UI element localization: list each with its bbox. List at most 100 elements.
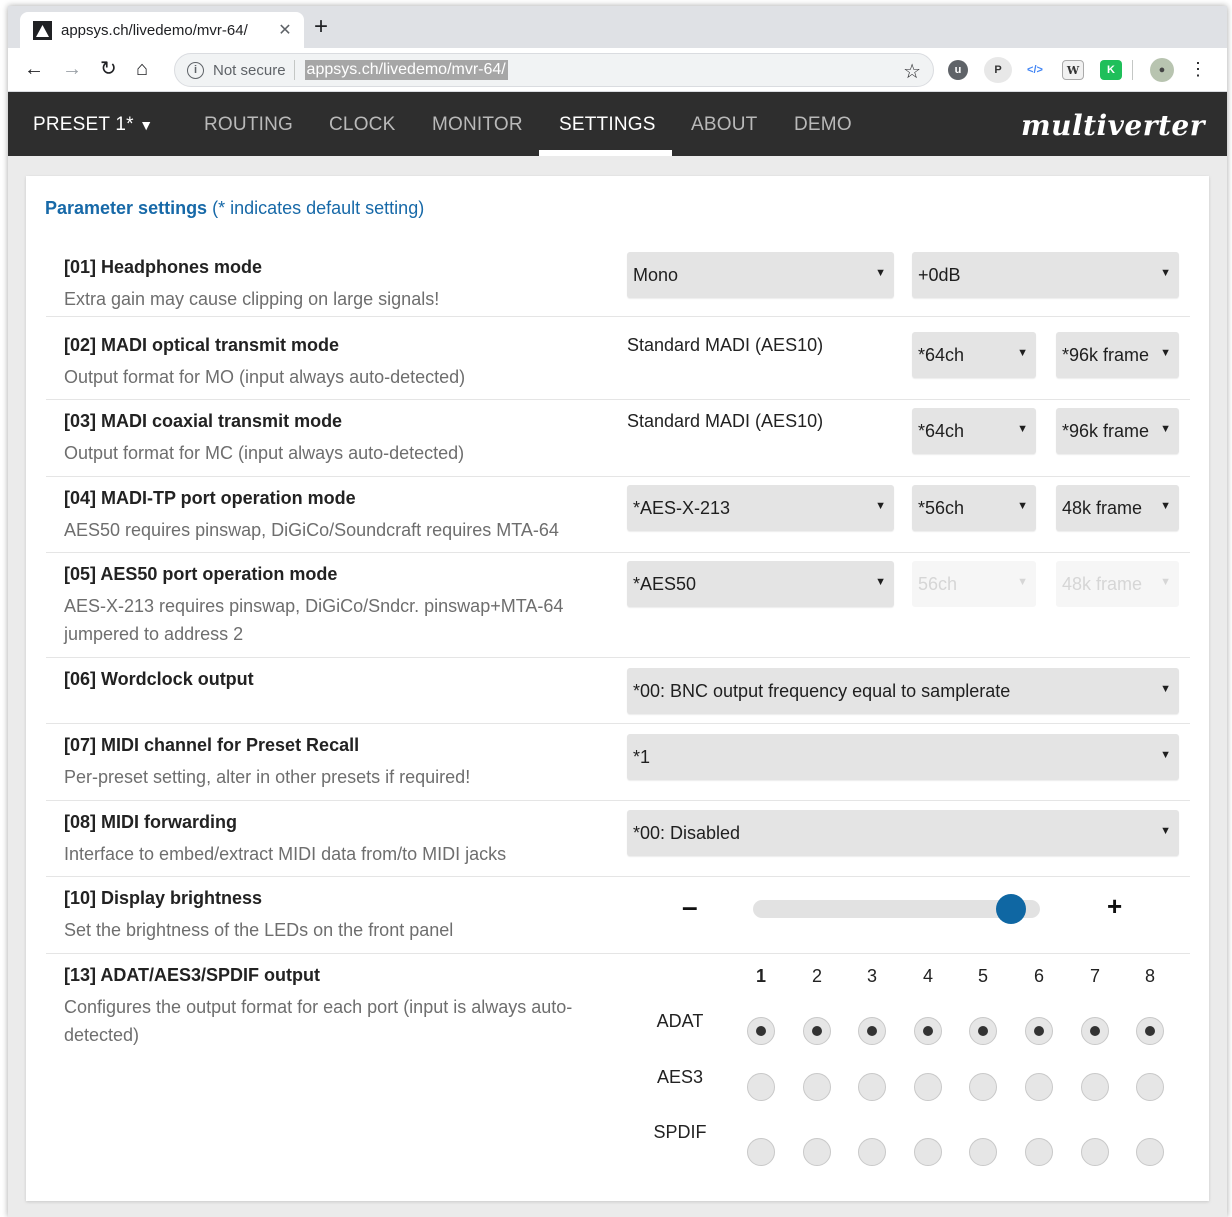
new-tab-icon[interactable]: +	[314, 15, 328, 39]
page-title-note: (* indicates default setting)	[207, 198, 425, 218]
param-row-13: [13] ADAT/AES3/SPDIF output Configures t…	[46, 954, 1190, 1194]
port-number-2: 2	[811, 966, 822, 986]
caret-down-icon: ▼	[875, 500, 886, 512]
port-4-adat-radio[interactable]	[914, 1017, 942, 1045]
info-icon[interactable]: i	[187, 61, 204, 79]
aes50-mode-select[interactable]: *AES50 ▼	[627, 561, 894, 607]
ublock-extension-icon[interactable]: u	[948, 60, 968, 80]
port-5-aes3-radio[interactable]	[969, 1073, 997, 1101]
browser-window: appsys.ch/livedemo/mvr-64/ ✕ + ← → ↻ ⌂ i…	[8, 6, 1227, 1217]
port-3-spdif-radio[interactable]	[858, 1138, 886, 1166]
port-8-aes3-radio[interactable]	[1136, 1073, 1164, 1101]
aes50-channels-select-disabled: 56ch ▼	[912, 561, 1036, 607]
close-tab-icon[interactable]: ✕	[275, 20, 295, 40]
param-title: [02] MADI optical transmit mode	[64, 335, 340, 355]
port-6-adat-radio[interactable]	[1025, 1017, 1053, 1045]
star-icon[interactable]: ☆	[903, 59, 921, 84]
select-value: *AES50	[633, 573, 697, 594]
brightness-increase-button[interactable]: +	[1107, 891, 1122, 922]
port-1-spdif-radio[interactable]	[747, 1138, 775, 1166]
param-row-01: [01] Headphones mode Extra gain may caus…	[46, 246, 1190, 317]
port-7-spdif-radio[interactable]	[1081, 1138, 1109, 1166]
port-2-aes3-radio[interactable]	[803, 1073, 831, 1101]
midi-channel-select[interactable]: *1 ▼	[627, 734, 1179, 780]
code-extension-icon[interactable]: </>	[1024, 60, 1046, 80]
param-title: [06] Wordclock output	[64, 669, 254, 689]
nav-clock[interactable]: CLOCK	[329, 114, 395, 136]
url-text[interactable]: appsys.ch/livedemo/mvr-64/	[304, 60, 508, 80]
param-description: Configures the output format for each po…	[64, 997, 573, 1045]
address-bar[interactable]: i Not secure appsys.ch/livedemo/mvr-64/ …	[174, 53, 934, 87]
port-2-adat-radio[interactable]	[803, 1017, 831, 1045]
param-description: AES-X-213 requires pinswap, DiGiCo/Sndcr…	[64, 596, 564, 644]
caret-down-icon: ▼	[1160, 683, 1171, 695]
select-value: *64ch	[918, 344, 965, 365]
page-extension-icon[interactable]: P	[984, 57, 1012, 83]
home-icon[interactable]: ⌂	[136, 58, 148, 80]
nav-monitor[interactable]: MONITOR	[432, 114, 523, 136]
port-7-adat-radio[interactable]	[1081, 1017, 1109, 1045]
port-1-aes3-radio[interactable]	[747, 1073, 775, 1101]
param-title: [10] Display brightness	[64, 888, 263, 908]
page-title: Parameter settings (* indicates default …	[45, 198, 424, 219]
mc-channels-select[interactable]: *64ch ▼	[912, 408, 1036, 454]
port-8-spdif-radio[interactable]	[1136, 1138, 1164, 1166]
select-value: *00: BNC output frequency equal to sampl…	[633, 680, 1011, 701]
port-6-spdif-radio[interactable]	[1025, 1138, 1053, 1166]
param-description: Extra gain may cause clipping on large s…	[64, 289, 440, 309]
port-8-adat-radio[interactable]	[1136, 1017, 1164, 1045]
param-description: Set the brightness of the LEDs on the fr…	[64, 920, 454, 940]
nav-about[interactable]: ABOUT	[691, 114, 757, 136]
reload-icon[interactable]: ↻	[100, 58, 117, 80]
forward-arrow-icon[interactable]: →	[62, 58, 82, 80]
caret-down-icon: ▼	[1160, 825, 1171, 837]
app-navbar: PRESET 1* ▼ ROUTING CLOCK MONITOR SETTIN…	[8, 92, 1227, 156]
headphones-mode-select[interactable]: Mono ▼	[627, 252, 894, 298]
not-secure-label: Not secure	[213, 61, 286, 79]
mo-channels-select[interactable]: *64ch ▼	[912, 332, 1036, 378]
browser-tab[interactable]: appsys.ch/livedemo/mvr-64/ ✕	[20, 12, 304, 48]
select-value: *AES-X-213	[633, 497, 731, 518]
port-4-aes3-radio[interactable]	[914, 1073, 942, 1101]
port-7-aes3-radio[interactable]	[1081, 1073, 1109, 1101]
port-3-aes3-radio[interactable]	[858, 1073, 886, 1101]
madi-tp-mode-select[interactable]: *AES-X-213 ▼	[627, 485, 894, 531]
madi-tp-channels-select[interactable]: *56ch ▼	[912, 485, 1036, 531]
param-description: Output format for MO (input always auto-…	[64, 367, 466, 387]
port-6-aes3-radio[interactable]	[1025, 1073, 1053, 1101]
caret-down-icon: ▼	[875, 267, 886, 279]
k-extension-icon[interactable]: K	[1100, 60, 1122, 80]
nav-routing[interactable]: ROUTING	[204, 114, 293, 136]
wikipedia-extension-icon[interactable]: W	[1062, 60, 1084, 80]
back-arrow-icon[interactable]: ←	[24, 58, 44, 80]
active-tab-indicator	[539, 150, 672, 156]
madi-tp-frame-select[interactable]: 48k frame ▼	[1056, 485, 1179, 531]
brightness-decrease-button[interactable]: –	[682, 891, 698, 923]
nav-demo[interactable]: DEMO	[794, 114, 852, 136]
page-title-bold: Parameter settings	[45, 198, 208, 218]
mo-frame-select[interactable]: *96k frame ▼	[1056, 332, 1179, 378]
caret-down-icon: ▼	[1160, 423, 1171, 435]
headphones-gain-select[interactable]: +0dB ▼	[912, 252, 1179, 298]
param-row-04: [04] MADI-TP port operation mode AES50 r…	[46, 477, 1190, 553]
port-1-adat-radio[interactable]	[747, 1017, 775, 1045]
nav-settings[interactable]: SETTINGS	[559, 114, 656, 136]
param-title: [01] Headphones mode	[64, 257, 263, 277]
port-number-7: 7	[1089, 966, 1100, 986]
port-number-4: 4	[922, 966, 933, 986]
madi-format-label: Standard MADI (AES10)	[627, 335, 824, 355]
menu-icon[interactable]: ⋮	[1189, 59, 1207, 79]
brightness-slider-thumb[interactable]	[996, 894, 1027, 924]
midi-forwarding-select[interactable]: *00: Disabled ▼	[627, 810, 1179, 856]
mc-frame-select[interactable]: *96k frame ▼	[1056, 408, 1179, 454]
port-2-spdif-radio[interactable]	[803, 1138, 831, 1166]
profile-avatar[interactable]: ●	[1150, 58, 1174, 82]
preset-dropdown[interactable]: PRESET 1* ▼	[33, 114, 153, 136]
port-3-adat-radio[interactable]	[858, 1017, 886, 1045]
param-title: [13] ADAT/AES3/SPDIF output	[64, 965, 320, 985]
port-4-spdif-radio[interactable]	[914, 1138, 942, 1166]
wordclock-output-select[interactable]: *00: BNC output frequency equal to sampl…	[627, 668, 1179, 714]
port-5-spdif-radio[interactable]	[969, 1138, 997, 1166]
port-5-adat-radio[interactable]	[969, 1017, 997, 1045]
select-value: *1	[633, 746, 651, 767]
